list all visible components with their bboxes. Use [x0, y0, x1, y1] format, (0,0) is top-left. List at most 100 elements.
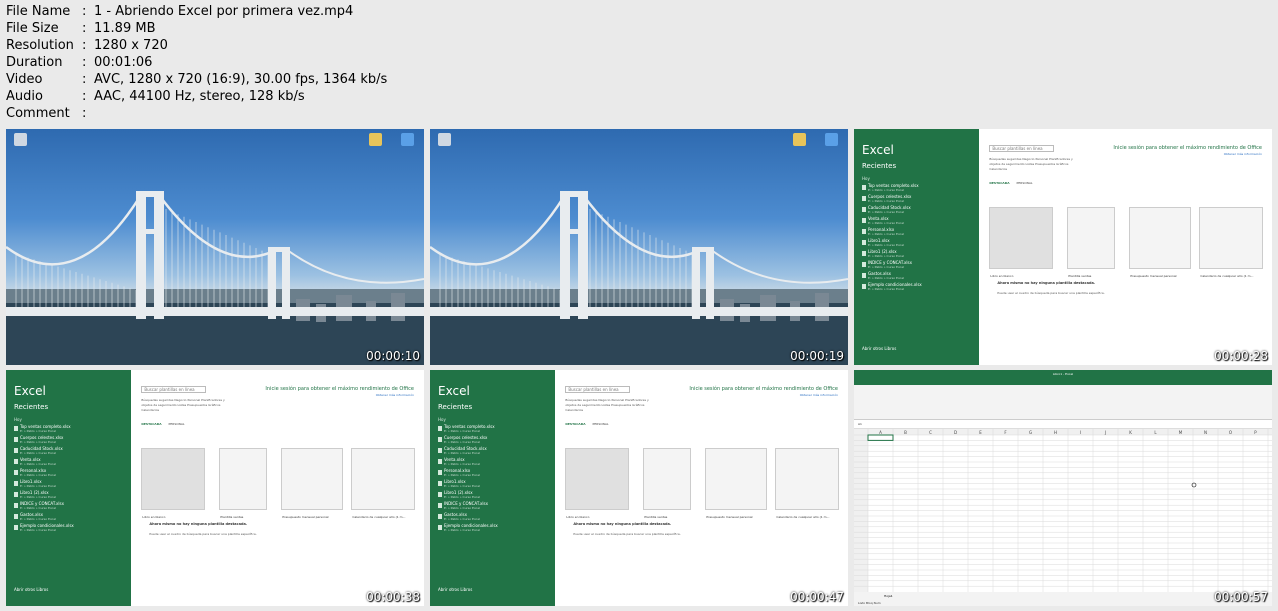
recent-file-item[interactable]: Libro1 (2).xlsx E: » Pablo » Curso Excel — [14, 491, 131, 499]
recent-file-item[interactable]: Gastos.xlsx E: » Pablo » Curso Excel — [862, 272, 979, 280]
recent-file-item[interactable]: Libro1.xlsx E: » Pablo » Curso Excel — [14, 480, 131, 488]
open-other-books-link[interactable]: Abrir otros Libros — [438, 587, 472, 592]
sheet-tab[interactable]: Hoja1 — [884, 594, 893, 598]
template-card[interactable]: Plantilla ventas — [1067, 207, 1116, 278]
recent-file-item[interactable]: Cuerpos celestes.xlsx E: » Pablo » Curso… — [438, 436, 555, 444]
today-heading: Hoy — [14, 417, 22, 422]
template-card[interactable]: Presupuesto mensual personal — [705, 448, 768, 519]
signin-more-info-link[interactable]: Obtener más información — [1224, 152, 1262, 156]
video-thumbnail[interactable]: 00:00:10 — [6, 129, 424, 365]
column-header: M — [1179, 430, 1183, 435]
recent-file-item[interactable]: Ejemplo condicionales.xlsx E: » Pablo » … — [862, 283, 979, 291]
template-card[interactable]: Calendario de cualquier año (1 m... — [1199, 207, 1264, 278]
video-thumbnail[interactable]: Excel Recientes Hoy Top ventas completo.… — [430, 370, 848, 606]
folder-icon[interactable] — [793, 133, 806, 146]
recent-file-item[interactable]: Libro1 (2).xlsx E: » Pablo » Curso Excel — [438, 491, 555, 499]
tab-personal[interactable]: PERSONAL — [1017, 181, 1033, 185]
recent-file-item[interactable]: Ejemplo condicionales.xlsx E: » Pablo » … — [438, 524, 555, 532]
suggested-searches[interactable]: Búsquedas sugeridas Negocio Personal Pla… — [989, 157, 1084, 172]
name-box[interactable]: A1 — [858, 422, 862, 426]
bridge-illustration — [6, 191, 424, 365]
recent-file-item[interactable]: Libro1.xlsx E: » Pablo » Curso Excel — [862, 239, 979, 247]
recent-file-item[interactable]: Venta.xlsx E: » Pablo » Curso Excel — [862, 217, 979, 225]
column-header: B — [904, 430, 907, 435]
signin-prompt[interactable]: Inicie sesión para obtener el máximo ren… — [265, 386, 414, 392]
recent-file-item[interactable]: INDICE y CONCAT.xlsx E: » Pablo » Curso … — [438, 502, 555, 510]
suggested-searches[interactable]: Búsquedas sugeridas Negocio Personal Pla… — [565, 398, 660, 413]
template-search-input[interactable]: Buscar plantillas en línea — [565, 386, 631, 393]
recent-file-item[interactable]: Caducidad Stock.xlsx E: » Pablo » Curso … — [438, 447, 555, 455]
formula-bar[interactable]: A1 — [854, 420, 1272, 429]
template-caption: Libro en blanco — [990, 274, 1014, 278]
template-card[interactable]: Calendario de cualquier año (1 m... — [775, 448, 840, 519]
template-card[interactable]: Plantilla ventas — [643, 448, 692, 519]
template-card[interactable]: Libro en blanco — [989, 207, 1054, 278]
video-thumbnail[interactable]: Excel Recientes Hoy Top ventas completo.… — [6, 370, 424, 606]
signin-more-info-link[interactable]: Obtener más información — [376, 393, 414, 397]
recent-file-item[interactable]: Personal.xlsx E: » Pablo » Curso Excel — [862, 228, 979, 236]
recent-file-item[interactable]: Ejemplo condicionales.xlsx E: » Pablo » … — [14, 524, 131, 532]
video-thumbnail[interactable]: 00:00:19 — [430, 129, 848, 365]
no-templates-hint: Puede usar el cuadro de búsqueda para bu… — [149, 532, 257, 536]
info-value: 11.89 MB — [94, 21, 156, 36]
recent-file-item[interactable]: Caducidad Stock.xlsx E: » Pablo » Curso … — [862, 206, 979, 214]
template-caption: Libro en blanco — [142, 515, 166, 519]
video-thumbnail[interactable]: Excel Recientes Hoy Top ventas completo.… — [854, 129, 1272, 365]
recycle-bin-icon[interactable] — [438, 133, 451, 146]
signin-prompt[interactable]: Inicie sesión para obtener el máximo ren… — [689, 386, 838, 392]
recent-file-item[interactable]: Personal.xlsx E: » Pablo » Curso Excel — [14, 469, 131, 477]
recent-file-item[interactable]: INDICE y CONCAT.xlsx E: » Pablo » Curso … — [862, 261, 979, 269]
recent-file-item[interactable]: Personal.xlsx E: » Pablo » Curso Excel — [438, 469, 555, 477]
template-search-input[interactable]: Buscar plantillas en línea — [989, 145, 1055, 152]
excel-file-icon — [438, 525, 442, 530]
recent-file-item[interactable]: Venta.xlsx E: » Pablo » Curso Excel — [438, 458, 555, 466]
template-card[interactable]: Libro en blanco — [565, 448, 630, 519]
recycle-bin-icon[interactable] — [14, 133, 27, 146]
recent-file-path: E: » Pablo » Curso Excel — [444, 517, 481, 521]
recent-file-item[interactable]: Cuerpos celestes.xlsx E: » Pablo » Curso… — [14, 436, 131, 444]
tab-personal[interactable]: PERSONAL — [593, 422, 609, 426]
recent-file-path: E: » Pablo » Curso Excel — [444, 528, 481, 532]
recent-file-item[interactable]: Libro1 (2).xlsx E: » Pablo » Curso Excel — [862, 250, 979, 258]
excel-file-icon — [862, 229, 866, 234]
network-icon[interactable] — [401, 133, 414, 146]
recent-file-item[interactable]: Top ventas completo.xlsx E: » Pablo » Cu… — [14, 425, 131, 433]
open-other-books-link[interactable]: Abrir otros Libros — [862, 346, 896, 351]
recent-file-item[interactable]: Venta.xlsx E: » Pablo » Curso Excel — [14, 458, 131, 466]
tab-featured[interactable]: DESTACADA — [141, 422, 161, 426]
recent-file-item[interactable]: Cuerpos celestes.xlsx E: » Pablo » Curso… — [862, 195, 979, 203]
template-card[interactable]: Presupuesto mensual personal — [1129, 207, 1192, 278]
column-header: I — [1080, 430, 1081, 435]
template-card[interactable]: Plantilla ventas — [219, 448, 268, 519]
template-card[interactable]: Presupuesto mensual personal — [281, 448, 344, 519]
info-separator: : — [82, 72, 87, 87]
tab-personal[interactable]: PERSONAL — [169, 422, 185, 426]
spreadsheet-grid[interactable]: ABCDEFGHIJKLMNOP — [854, 429, 1272, 592]
signin-prompt[interactable]: Inicie sesión para obtener el máximo ren… — [1113, 145, 1262, 151]
template-card[interactable]: Calendario de cualquier año (1 m... — [351, 448, 416, 519]
tab-featured[interactable]: DESTACADA — [989, 181, 1009, 185]
suggested-searches[interactable]: Búsquedas sugeridas Negocio Personal Pla… — [141, 398, 236, 413]
folder-icon[interactable] — [369, 133, 382, 146]
network-icon[interactable] — [825, 133, 838, 146]
tab-featured[interactable]: DESTACADA — [565, 422, 585, 426]
signin-more-info-link[interactable]: Obtener más información — [800, 393, 838, 397]
video-thumbnail[interactable]: Libro1 - Excel ArchivoInicioInsertarDise… — [854, 370, 1272, 606]
recent-file-item[interactable]: Top ventas completo.xlsx E: » Pablo » Cu… — [862, 184, 979, 192]
open-other-books-link[interactable]: Abrir otros Libros — [14, 587, 48, 592]
recent-file-item[interactable]: INDICE y CONCAT.xlsx E: » Pablo » Curso … — [14, 502, 131, 510]
recent-file-item[interactable]: Gastos.xlsx E: » Pablo » Curso Excel — [438, 513, 555, 521]
template-search-input[interactable]: Buscar plantillas en línea — [141, 386, 207, 393]
recent-file-item[interactable]: Caducidad Stock.xlsx E: » Pablo » Curso … — [14, 447, 131, 455]
template-card[interactable]: Libro en blanco — [141, 448, 206, 519]
recent-file-path: E: » Pablo » Curso Excel — [444, 462, 481, 466]
excel-start-main: Buscar plantillas en línea Búsquedas sug… — [555, 370, 848, 606]
recent-file-item[interactable]: Top ventas completo.xlsx E: » Pablo » Cu… — [438, 425, 555, 433]
grid-area[interactable]: ABCDEFGHIJKLMNOP — [854, 429, 1272, 592]
recent-file-item[interactable]: Gastos.xlsx E: » Pablo » Curso Excel — [14, 513, 131, 521]
recent-file-item[interactable]: Libro1.xlsx E: » Pablo » Curso Excel — [438, 480, 555, 488]
recent-file-path: E: » Pablo » Curso Excel — [444, 440, 481, 444]
template-caption: Presupuesto mensual personal — [282, 515, 329, 519]
desktop-background — [430, 129, 848, 365]
template-caption: Plantilla ventas — [220, 515, 244, 519]
